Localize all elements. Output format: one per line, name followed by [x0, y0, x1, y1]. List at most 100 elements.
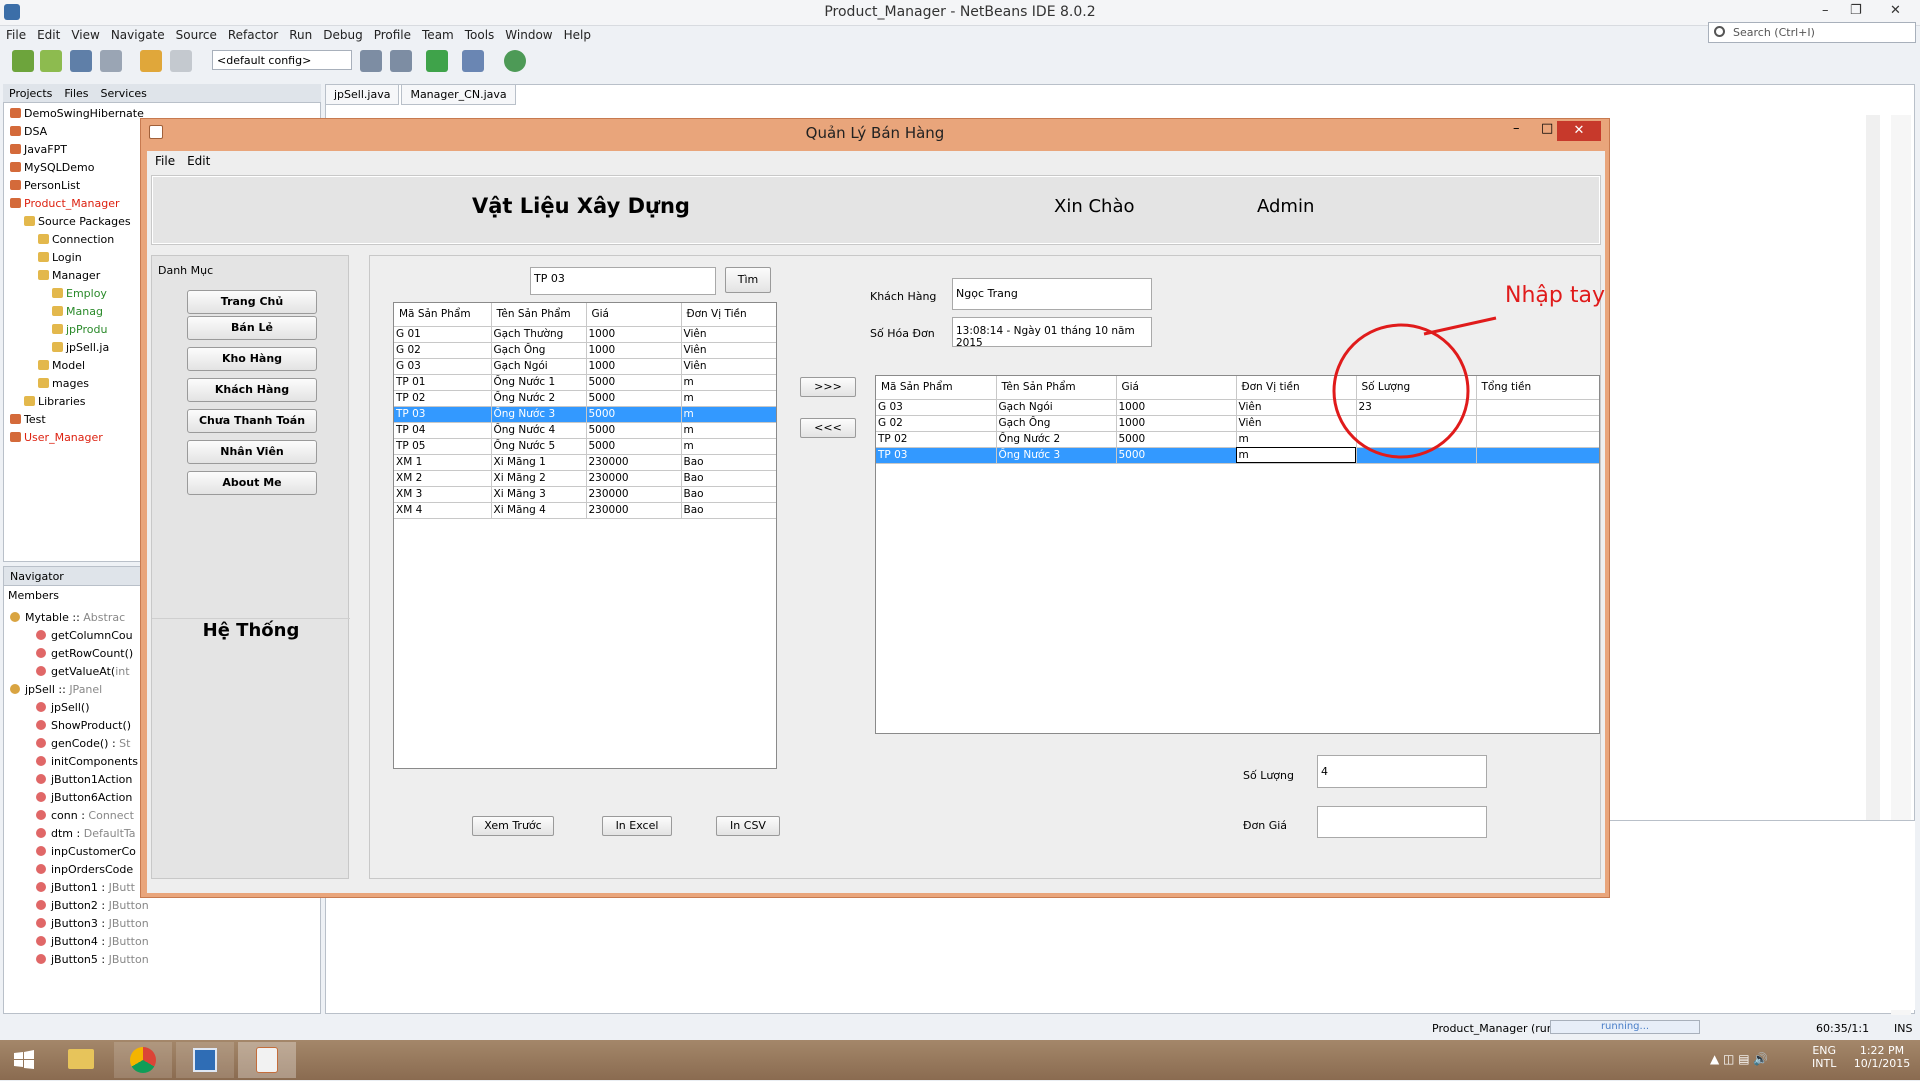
member-item[interactable]: jButton6Action: [10, 789, 149, 807]
member-item[interactable]: jButton3 : JButton: [10, 915, 149, 933]
ide-menu-refactor[interactable]: Refactor: [222, 26, 283, 42]
member-item[interactable]: getValueAt(int: [10, 663, 149, 681]
member-item[interactable]: jButton2 : JButton: [10, 897, 149, 915]
chrome-icon[interactable]: [114, 1042, 172, 1078]
input-language[interactable]: ENG INTL: [1812, 1044, 1836, 1070]
tray-icons[interactable]: ▲ ◫ ▤ 🔊: [1710, 1052, 1768, 1066]
member-item[interactable]: jButton1Action: [10, 771, 149, 789]
clean-build-icon[interactable]: [390, 50, 412, 72]
project-tree-item[interactable]: DSA: [10, 123, 144, 141]
ide-menu-window[interactable]: Window: [499, 26, 557, 42]
member-item[interactable]: Mytable :: Abstrac: [10, 609, 149, 627]
product-row[interactable]: TP 05 Ống Nước 5 5000 m: [394, 438, 776, 455]
project-tree-item[interactable]: Test: [10, 411, 144, 429]
close-icon[interactable]: ✕: [1890, 3, 1901, 18]
project-tree-item[interactable]: Connection: [10, 231, 144, 249]
project-tree-item[interactable]: User_Manager: [10, 429, 144, 447]
run-icon[interactable]: [426, 50, 448, 72]
invoice-input[interactable]: 13:08:14 - Ngày 01 tháng 10 năm 2015: [952, 317, 1152, 349]
open-project-icon[interactable]: [70, 50, 92, 72]
ide-menu-help[interactable]: Help: [558, 26, 596, 42]
ide-search-input[interactable]: Search (Ctrl+I): [1708, 22, 1916, 43]
order-cell[interactable]: TP 02: [876, 431, 997, 448]
app-close-icon[interactable]: ✕: [1557, 121, 1601, 141]
project-tree-item[interactable]: jpProdu: [10, 321, 144, 339]
new-project-icon[interactable]: [40, 50, 62, 72]
ide-menu-view[interactable]: View: [65, 26, 104, 42]
product-row[interactable]: TP 02 Ống Nước 2 5000 m: [394, 390, 776, 407]
product-search-input[interactable]: TP 03: [530, 267, 716, 295]
editor-tab[interactable]: jpSell.java: [325, 84, 400, 105]
ide-menu-tools[interactable]: Tools: [459, 26, 500, 42]
export-csv-button[interactable]: In CSV: [716, 816, 780, 836]
new-file-icon[interactable]: [12, 50, 34, 72]
product-row[interactable]: XM 3 Xi Măng 3 230000 Bao: [394, 486, 776, 503]
editor-scrollbar[interactable]: [1866, 115, 1880, 875]
restore-icon[interactable]: ❐: [1850, 3, 1862, 18]
build-icon[interactable]: [360, 50, 382, 72]
order-column-header[interactable]: Tên Sản Phẩm: [996, 376, 1117, 400]
panel-tab-services[interactable]: Services: [95, 84, 153, 103]
file-explorer-icon[interactable]: [52, 1042, 110, 1078]
ide-menu-team[interactable]: Team: [416, 26, 459, 42]
product-row[interactable]: TP 04 Ống Nước 4 5000 m: [394, 422, 776, 439]
member-item[interactable]: getColumnCou: [10, 627, 149, 645]
redo-icon[interactable]: [170, 50, 192, 72]
undo-icon[interactable]: [140, 50, 162, 72]
product-row[interactable]: G 03 Gạch Ngói 1000 Viên: [394, 358, 776, 375]
project-tree-item[interactable]: Product_Manager: [10, 195, 144, 213]
project-tree-item[interactable]: Login: [10, 249, 144, 267]
project-tree-item[interactable]: Source Packages: [10, 213, 144, 231]
order-cell[interactable]: 5000: [1116, 447, 1237, 464]
product-row[interactable]: XM 4 Xi Măng 4 230000 Bao: [394, 502, 776, 519]
virtualbox-icon[interactable]: [176, 1042, 234, 1078]
windows-start-icon[interactable]: [0, 1042, 48, 1078]
member-item[interactable]: jButton1 : JButt: [10, 879, 149, 897]
project-tree-item[interactable]: Libraries: [10, 393, 144, 411]
order-cell[interactable]: 5000: [1116, 431, 1237, 448]
order-column-header[interactable]: Mã Sản Phẩm: [876, 376, 997, 400]
debug-icon[interactable]: [462, 50, 484, 72]
product-row[interactable]: XM 2 Xi Măng 2 230000 Bao: [394, 470, 776, 487]
project-tree-item[interactable]: jpSell.ja: [10, 339, 144, 357]
project-tree-item[interactable]: Manag: [10, 303, 144, 321]
product-column-header[interactable]: Đơn Vị Tiền: [681, 303, 776, 327]
project-tree-item[interactable]: PersonList: [10, 177, 144, 195]
member-item[interactable]: getRowCount(): [10, 645, 149, 663]
ide-menu-run[interactable]: Run: [283, 26, 317, 42]
minimize-icon[interactable]: –: [1822, 3, 1829, 18]
order-cell[interactable]: Gạch Ống: [996, 415, 1117, 432]
add-to-order-button[interactable]: >>>: [800, 377, 856, 397]
product-row[interactable]: G 02 Gạch Ống 1000 Viên: [394, 342, 776, 359]
quantity-input[interactable]: 4: [1317, 755, 1487, 788]
product-row[interactable]: TP 01 Ống Nước 1 5000 m: [394, 374, 776, 391]
project-tree-item[interactable]: Model: [10, 357, 144, 375]
product-column-header[interactable]: Mã Sản Phẩm: [394, 303, 492, 327]
panel-tab-projects[interactable]: Projects: [3, 84, 58, 103]
member-item[interactable]: jButton5 : JButton: [10, 951, 149, 969]
unit-price-input[interactable]: [1317, 806, 1487, 838]
order-cell[interactable]: Gạch Ngói: [996, 399, 1117, 416]
close-project-icon[interactable]: [100, 50, 122, 72]
customer-input[interactable]: Ngọc Trang: [952, 278, 1152, 310]
clock[interactable]: 1:22 PM 10/1/2015: [1850, 1044, 1914, 1070]
order-cell[interactable]: 1000: [1116, 415, 1237, 432]
navigator-tab[interactable]: Navigator: [4, 567, 70, 586]
member-item[interactable]: inpCustomerCo: [10, 843, 149, 861]
preview-button[interactable]: Xem Trước: [472, 816, 554, 836]
order-column-header[interactable]: Giá: [1116, 376, 1237, 400]
member-item[interactable]: inpOrdersCode: [10, 861, 149, 879]
ide-menu-source[interactable]: Source: [170, 26, 222, 42]
project-tree-item[interactable]: DemoSwingHibernate: [10, 105, 144, 123]
profile-icon[interactable]: [504, 50, 526, 72]
order-cell[interactable]: 1000: [1116, 399, 1237, 416]
ide-menu-navigate[interactable]: Navigate: [105, 26, 170, 42]
config-select[interactable]: <default config>: [212, 50, 352, 70]
product-row[interactable]: XM 1 Xi Măng 1 230000 Bao: [394, 454, 776, 471]
member-item[interactable]: genCode() : St: [10, 735, 149, 753]
product-row[interactable]: TP 03 Ống Nước 3 5000 m: [394, 406, 776, 423]
remove-from-order-button[interactable]: <<<: [800, 418, 856, 438]
export-excel-button[interactable]: In Excel: [602, 816, 672, 836]
java-app-icon[interactable]: [238, 1042, 296, 1078]
sidebar-button[interactable]: Kho Hàng: [187, 347, 317, 371]
